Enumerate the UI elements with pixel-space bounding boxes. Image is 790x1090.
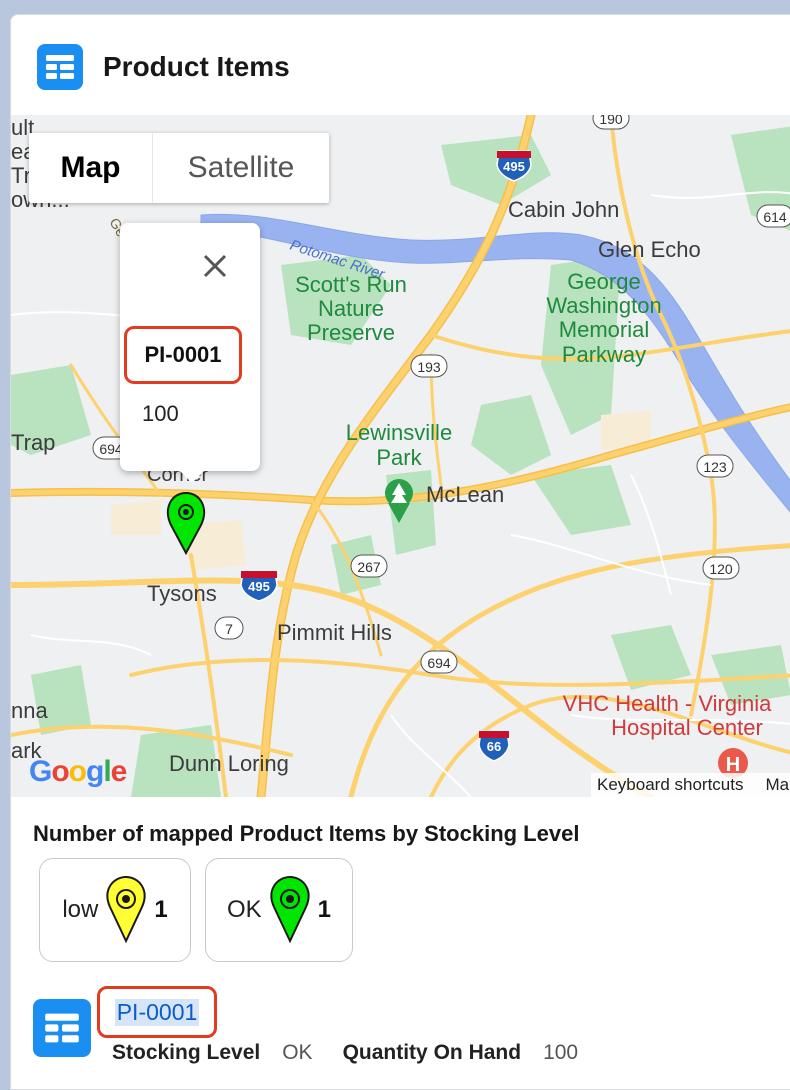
svg-text:495: 495 <box>248 579 270 594</box>
svg-text:267: 267 <box>357 559 381 575</box>
map-view[interactable]: Cabin John Glen Echo McLean Tysons Pimmi… <box>11 115 790 797</box>
table-icon <box>33 999 91 1057</box>
map-data-link[interactable]: Ma <box>765 775 789 795</box>
i66-shield: 66 <box>478 730 510 762</box>
map-attribution: Keyboard shortcuts Ma <box>591 773 790 797</box>
map-type-satellite-button[interactable]: Satellite <box>153 133 329 203</box>
keyboard-shortcuts-link[interactable]: Keyboard shortcuts <box>597 775 743 795</box>
svg-text:123: 123 <box>703 459 727 475</box>
svg-text:7: 7 <box>225 621 233 637</box>
label-dunn-loring: Dunn Loring <box>169 751 289 776</box>
route-193-shield: 193 <box>410 354 448 378</box>
svg-text:614: 614 <box>763 209 787 225</box>
route-123-shield: 123 <box>696 454 734 478</box>
label-tysons: Tysons <box>147 581 217 606</box>
legend-label-ok: OK <box>226 896 262 923</box>
popup-product-id[interactable]: PI-0001 <box>144 342 221 368</box>
field-label-quantity: Quantity On Hand <box>342 1041 522 1064</box>
green-marker-icon <box>270 875 310 944</box>
close-icon[interactable] <box>200 251 230 281</box>
label-tr: Tr <box>11 163 31 188</box>
label-nna: nna <box>11 698 48 723</box>
hospital-labels: VHC Health - Virginia Hospital Center <box>563 691 772 740</box>
label-scotts-run: Scott's Run <box>295 272 407 297</box>
product-items-card: Product Items Cabin John Glen Echo McLea… <box>10 14 790 1090</box>
field-value-stocking-level: OK <box>282 1041 313 1064</box>
label-memorial: Memorial <box>559 317 649 342</box>
table-icon <box>37 44 83 90</box>
route-7-shield: 7 <box>214 616 244 640</box>
popup-quantity: 100 <box>142 401 179 426</box>
google-logo: Google <box>29 755 127 788</box>
legend-item-ok[interactable]: OK 1 <box>205 858 353 962</box>
legend-count-ok: 1 <box>317 896 332 923</box>
label-trap: Trap <box>11 430 55 455</box>
label-washington: Washington <box>546 293 661 318</box>
label-george: George <box>567 269 640 294</box>
record-id-highlight: PI-0001 <box>97 986 217 1038</box>
label-vhc-1: VHC Health - Virginia <box>563 691 772 716</box>
potomac-river <box>200 213 790 513</box>
route-120-shield: 120 <box>702 556 740 580</box>
route-190-shield: 190 <box>592 115 630 130</box>
legend-count-low: 1 <box>154 896 168 923</box>
route-694b-shield: 694 <box>420 650 458 674</box>
route-267-shield: 267 <box>350 554 388 578</box>
card-title: Product Items <box>103 51 290 82</box>
popup-id-highlight: PI-0001 <box>124 326 242 384</box>
field-value-quantity: 100 <box>543 1041 579 1064</box>
record-fields: Stocking Level OK Quantity On Hand 100 <box>112 1041 608 1065</box>
legend-item-low[interactable]: low 1 <box>39 858 191 962</box>
map-type-control: Map Satellite <box>29 133 329 203</box>
legend-title: Number of mapped Product Items by Stocki… <box>33 821 580 846</box>
i495-bottom-shield: 495 <box>240 570 278 602</box>
label-cabin-john: Cabin John <box>508 197 619 222</box>
label-lewinsville: Lewinsville <box>346 420 452 445</box>
popup-tail <box>178 469 206 483</box>
label-preserve: Preserve <box>307 320 395 345</box>
label-pimmit-hills: Pimmit Hills <box>277 620 392 645</box>
marker-info-popup: PI-0001 100 <box>120 223 260 483</box>
legend-label-low: low <box>62 896 99 923</box>
svg-text:694: 694 <box>427 655 451 671</box>
label-park: Park <box>376 445 422 470</box>
card-header: Product Items <box>37 44 290 90</box>
svg-text:190: 190 <box>599 115 623 127</box>
svg-text:193: 193 <box>417 359 441 375</box>
svg-text:495: 495 <box>503 159 525 174</box>
label-vhc-2: Hospital Center <box>611 715 763 740</box>
label-nature: Nature <box>318 296 384 321</box>
field-label-stocking-level: Stocking Level <box>112 1041 261 1064</box>
route-614-shield: 614 <box>756 204 790 228</box>
svg-text:66: 66 <box>487 739 501 754</box>
label-parkway: Parkway <box>562 342 646 367</box>
svg-text:120: 120 <box>709 561 733 577</box>
map-type-map-button[interactable]: Map <box>29 133 153 203</box>
label-glen-echo: Glen Echo <box>598 237 701 262</box>
record-link[interactable]: PI-0001 <box>114 998 200 1026</box>
yellow-marker-icon <box>106 875 146 944</box>
label-mclean: McLean <box>426 482 504 507</box>
